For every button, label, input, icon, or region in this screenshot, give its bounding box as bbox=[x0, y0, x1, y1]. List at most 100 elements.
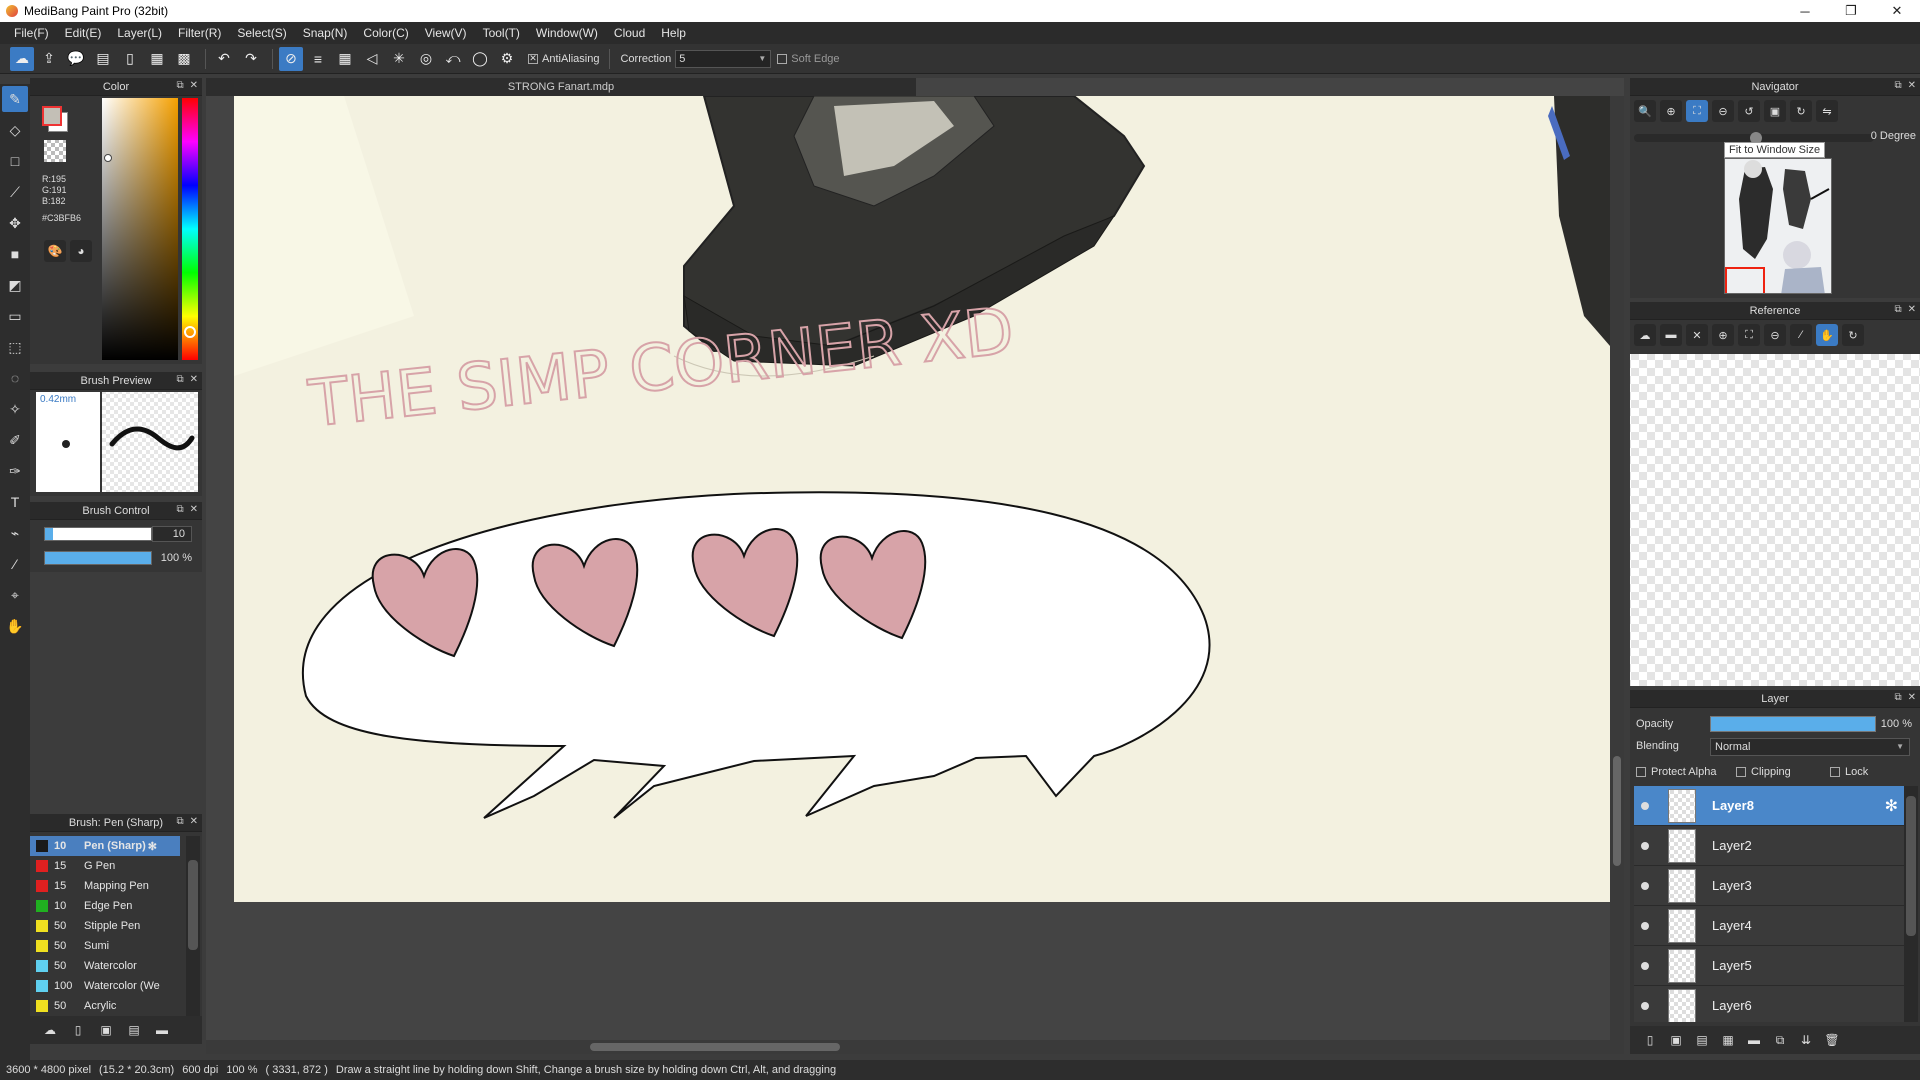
clipping-checkbox[interactable] bbox=[1736, 767, 1746, 777]
cloud-icon[interactable]: ☁ bbox=[10, 46, 34, 71]
select-tool-icon[interactable]: ⬚ bbox=[2, 334, 28, 360]
lock-option[interactable]: Lock bbox=[1830, 766, 1868, 778]
close-panel-icon[interactable]: ✕ bbox=[1908, 304, 1916, 315]
layer-row[interactable]: Layer6 bbox=[1634, 986, 1904, 1022]
shape-tool-icon[interactable]: □ bbox=[2, 148, 28, 174]
panel-icon[interactable]: ▦ bbox=[145, 47, 169, 71]
menu-color[interactable]: Color(C) bbox=[355, 26, 416, 40]
visibility-eye-icon[interactable] bbox=[1634, 841, 1656, 850]
lock-checkbox[interactable] bbox=[1830, 767, 1840, 777]
lasso-tool-icon[interactable]: ◌ bbox=[2, 365, 28, 391]
cloud-open-icon[interactable]: ☁ bbox=[1634, 324, 1656, 346]
snap-off-icon[interactable]: ⊘ bbox=[279, 46, 303, 71]
brush-list-scrollbar[interactable] bbox=[186, 836, 200, 1036]
menu-snap[interactable]: Snap(N) bbox=[295, 26, 356, 40]
brush-list-item[interactable]: 10 Edge Pen bbox=[30, 896, 180, 916]
layer-opacity-slider[interactable] bbox=[1710, 716, 1876, 732]
grid-layout-icon[interactable]: ▩ bbox=[172, 47, 196, 71]
hue-slider[interactable] bbox=[182, 98, 198, 360]
rotation-slider[interactable] bbox=[1634, 132, 1874, 144]
magic-wand-tool-icon[interactable]: ✧ bbox=[2, 396, 28, 422]
eyedropper-icon[interactable]: ⁄ bbox=[1790, 324, 1812, 346]
correction-select[interactable]: 5 ▼ bbox=[675, 49, 772, 68]
transparent-color-swatch[interactable] bbox=[44, 140, 66, 162]
snap-settings-icon[interactable]: ⚙ bbox=[495, 47, 519, 71]
dot-tool-icon[interactable]: ⟋ bbox=[2, 179, 28, 205]
brush-list-item[interactable]: 10 Pen (Sharp) ✻ bbox=[30, 836, 180, 856]
curve-snap-icon[interactable]: ⤺ bbox=[441, 47, 465, 71]
zoom-in-icon[interactable]: ⊕ bbox=[1660, 100, 1682, 122]
close-panel-icon[interactable]: ✕ bbox=[190, 80, 198, 91]
undock-icon[interactable]: ⧉ bbox=[176, 504, 183, 515]
hand-icon[interactable]: ✋ bbox=[1816, 324, 1838, 346]
brush-list-item[interactable]: 15 Mapping Pen bbox=[30, 876, 180, 896]
drawing-canvas[interactable]: THE SIMP CORNER XD bbox=[234, 96, 1610, 902]
undo-icon[interactable]: ↶ bbox=[212, 47, 236, 71]
antialiasing-checkbox[interactable]: ✕ bbox=[528, 53, 538, 64]
close-panel-icon[interactable]: ✕ bbox=[1908, 80, 1916, 91]
layer-list-scrollbar[interactable] bbox=[1904, 786, 1918, 1022]
brush-size-value[interactable]: 10 bbox=[152, 526, 192, 542]
saturation-value-picker[interactable] bbox=[102, 98, 178, 360]
layer-row[interactable]: Layer4 bbox=[1634, 906, 1904, 946]
palette-icon[interactable]: 🎨 bbox=[44, 240, 66, 262]
page-icon[interactable]: ▯ bbox=[118, 47, 142, 71]
close-reference-icon[interactable]: ✕ bbox=[1686, 324, 1708, 346]
brush-list-item[interactable]: 50 Watercolor bbox=[30, 956, 180, 976]
close-panel-icon[interactable]: ✕ bbox=[1908, 692, 1916, 703]
soft-edge-checkbox[interactable] bbox=[777, 53, 788, 64]
canvas-horizontal-scrollbar[interactable] bbox=[206, 1040, 1624, 1054]
close-button[interactable]: ✕ bbox=[1874, 0, 1920, 22]
radial-snap-icon[interactable]: ✳ bbox=[387, 47, 411, 71]
zoom-in-icon[interactable]: ⊕ bbox=[1712, 324, 1734, 346]
comment-icon[interactable]: 💬 bbox=[64, 47, 88, 71]
menu-filter[interactable]: Filter(R) bbox=[170, 26, 229, 40]
visibility-eye-icon[interactable] bbox=[1634, 881, 1656, 890]
brush-list-item[interactable]: 50 Acrylic bbox=[30, 996, 180, 1014]
clipping-option[interactable]: Clipping bbox=[1736, 766, 1791, 778]
brush-size-slider[interactable] bbox=[44, 527, 152, 541]
eyedropper-tool-icon[interactable]: ⁄ bbox=[2, 551, 28, 577]
add-layer-menu-icon[interactable]: ▦ bbox=[1718, 1030, 1738, 1050]
menu-tool[interactable]: Tool(T) bbox=[475, 26, 528, 40]
flip-icon[interactable]: ⇋ bbox=[1816, 100, 1838, 122]
scroll-thumb[interactable] bbox=[1613, 756, 1621, 866]
undock-icon[interactable]: ⧉ bbox=[176, 816, 183, 827]
merge-layer-icon[interactable]: ⇊ bbox=[1796, 1030, 1816, 1050]
menu-edit[interactable]: Edit(E) bbox=[57, 26, 110, 40]
parallel-snap-icon[interactable]: ≡ bbox=[306, 47, 330, 71]
layer-row[interactable]: Layer2 bbox=[1634, 826, 1904, 866]
perspective-snap-icon[interactable]: ◁ bbox=[360, 47, 384, 71]
folder-icon[interactable]: ▬ bbox=[1744, 1030, 1764, 1050]
menu-cloud[interactable]: Cloud bbox=[606, 26, 653, 40]
divide-tool-icon[interactable]: ⌁ bbox=[2, 520, 28, 546]
fill-shape-tool-icon[interactable]: ■ bbox=[2, 241, 28, 267]
visibility-eye-icon[interactable] bbox=[1634, 961, 1656, 970]
grid-snap-icon[interactable]: ▦ bbox=[333, 47, 357, 71]
menu-select[interactable]: Select(S) bbox=[229, 26, 294, 40]
scroll-thumb[interactable] bbox=[1906, 796, 1916, 936]
new-halftone-layer-icon[interactable]: ▣ bbox=[1666, 1030, 1686, 1050]
new-8bit-layer-icon[interactable]: ▤ bbox=[1692, 1030, 1712, 1050]
gradient-tool-icon[interactable]: ▭ bbox=[2, 303, 28, 329]
open-folder-icon[interactable]: ▬ bbox=[1660, 324, 1682, 346]
duplicate-layer-icon[interactable]: ⧉ bbox=[1770, 1030, 1790, 1050]
brush-folder-icon[interactable]: ▬ bbox=[152, 1020, 172, 1040]
brush-settings-gear-icon[interactable]: ✻ bbox=[148, 840, 157, 853]
rotate-right-icon[interactable]: ↻ bbox=[1790, 100, 1812, 122]
share-icon[interactable]: ⇪ bbox=[37, 47, 61, 71]
rotate-icon[interactable]: ↻ bbox=[1842, 324, 1864, 346]
undock-icon[interactable]: ⧉ bbox=[1894, 692, 1901, 703]
close-panel-icon[interactable]: ✕ bbox=[190, 374, 198, 385]
layer-row[interactable]: Layer5 bbox=[1634, 946, 1904, 986]
visibility-eye-icon[interactable] bbox=[1634, 801, 1656, 810]
fit-to-window-icon[interactable]: ⛶ bbox=[1686, 100, 1708, 122]
menu-window[interactable]: Window(W) bbox=[528, 26, 606, 40]
protect-alpha-checkbox[interactable] bbox=[1636, 767, 1646, 777]
new-layer-icon[interactable]: ▯ bbox=[1640, 1030, 1660, 1050]
close-panel-icon[interactable]: ✕ bbox=[190, 816, 198, 827]
scroll-thumb[interactable] bbox=[188, 860, 198, 950]
new-brush-icon[interactable]: ▯ bbox=[68, 1020, 88, 1040]
brush-settings-icon[interactable]: ▤ bbox=[124, 1020, 144, 1040]
cloud-brush-icon[interactable]: ☁ bbox=[40, 1020, 60, 1040]
